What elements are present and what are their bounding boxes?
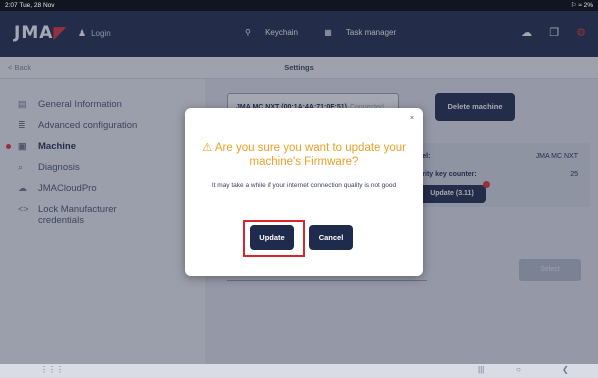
back-nav-icon[interactable]: ❮ (562, 365, 569, 374)
status-time: 2:07 Tue, 28 Nov (5, 2, 55, 9)
close-icon[interactable]: × (410, 115, 414, 122)
firmware-update-dialog: × ⚠ Are you sure you want to update your… (185, 108, 423, 276)
status-indicators: ⚐ ≈ 2% (570, 2, 593, 9)
dialog-title: ⚠ Are you sure you want to update your m… (201, 142, 406, 168)
system-status-bar: 2:07 Tue, 28 Nov ⚐ ≈ 2% (0, 0, 598, 11)
dialog-message: It may take a while if your internet con… (211, 182, 397, 189)
home-icon[interactable]: ○ (516, 365, 521, 374)
update-button[interactable]: Update (250, 225, 294, 250)
android-nav-bar: ⋮⋮⋮ ||| ○ ❮ (0, 364, 598, 378)
apps-icon[interactable]: ⋮⋮⋮ (40, 365, 64, 374)
recents-icon[interactable]: ||| (478, 365, 484, 374)
cancel-button[interactable]: Cancel (309, 225, 353, 250)
